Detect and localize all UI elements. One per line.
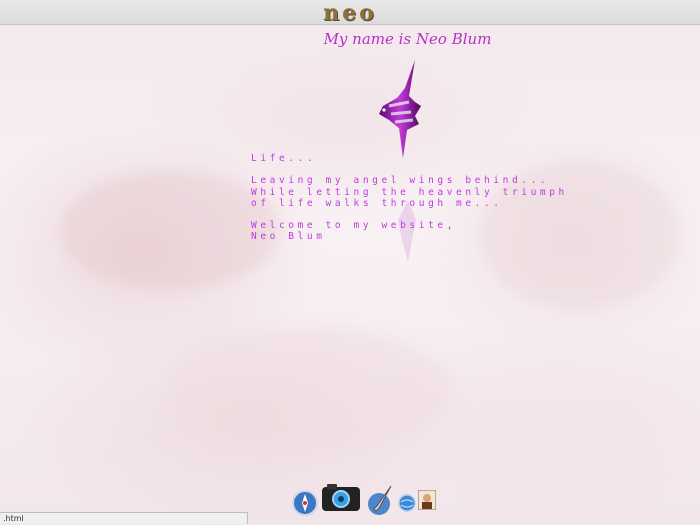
intro-poem: Life... Leaving my angel wings behind...… <box>251 153 611 243</box>
poem-line: Life... <box>251 153 317 164</box>
poem-line: Welcome to my website, <box>251 220 457 232</box>
compass-globe-icon[interactable] <box>292 490 318 516</box>
poem-line <box>251 164 611 175</box>
poem-line: Neo Blum <box>251 231 326 243</box>
dock <box>285 480 440 520</box>
background-fold <box>170 330 450 450</box>
globe-icon[interactable] <box>398 494 416 512</box>
status-bar: .html <box>0 512 248 524</box>
site-logo[interactable]: neo <box>0 1 700 25</box>
paintbrush-icon[interactable] <box>365 484 395 516</box>
background-fold <box>60 170 280 290</box>
poem-line: of life walks through me... <box>251 197 503 209</box>
camera-icon[interactable] <box>321 482 361 512</box>
angelfish-image <box>379 60 421 158</box>
poem-line <box>251 209 611 220</box>
poem-line: While letting the heavenly triumph <box>251 186 568 198</box>
status-url: .html <box>3 514 24 523</box>
poem-line: Leaving my angel wings behind... <box>251 175 550 187</box>
portrait-icon[interactable] <box>418 490 436 510</box>
page-subtitle: My name is Neo Blum <box>323 30 492 48</box>
